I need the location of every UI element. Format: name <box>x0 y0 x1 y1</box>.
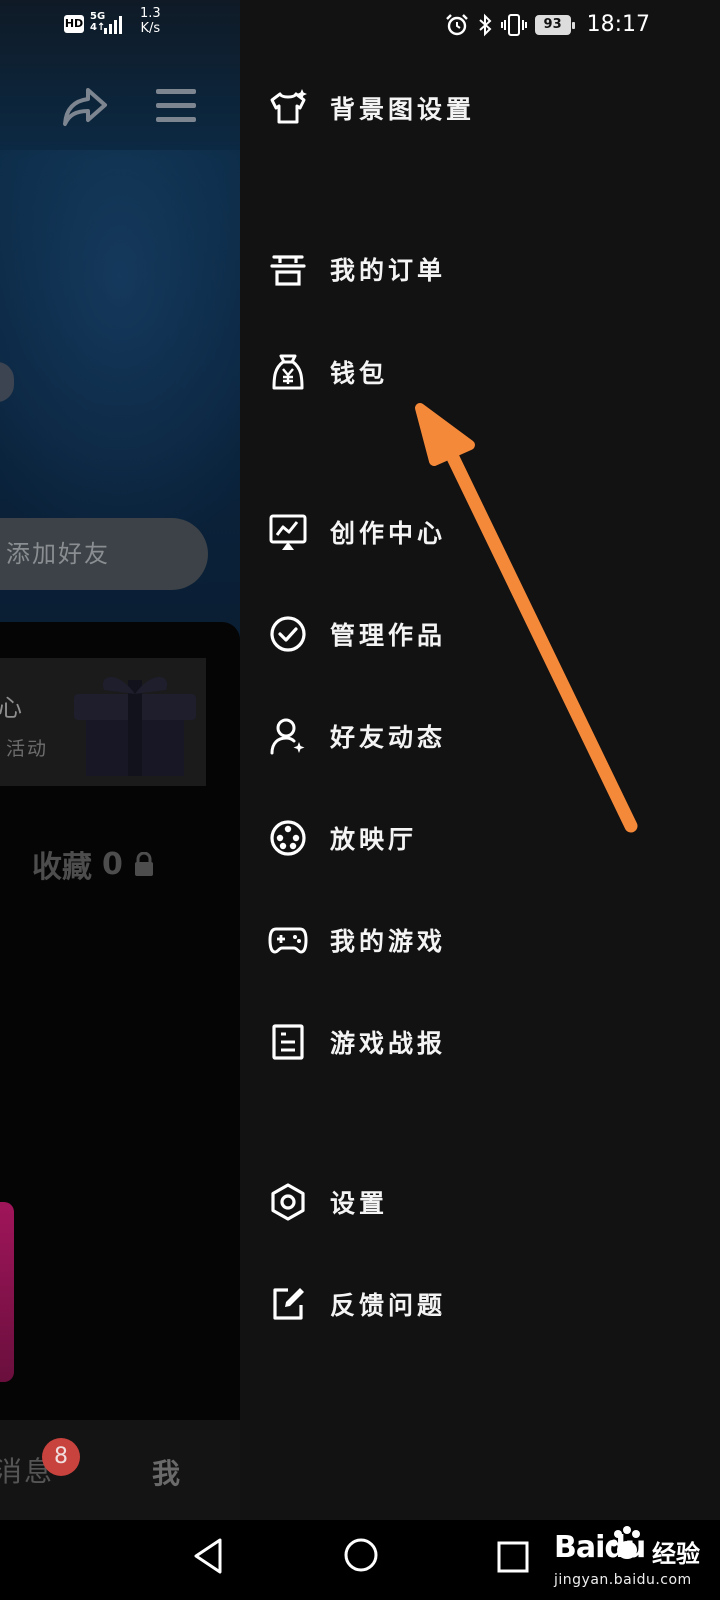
drawer-item-settings[interactable]: 设置 <box>268 1170 688 1234</box>
system-navigation-bar: Baidu 经验 jingyan.baidu.com <box>0 1520 720 1600</box>
edit-square-icon <box>268 1284 308 1324</box>
home-button[interactable] <box>342 1536 380 1574</box>
gamepad-icon <box>268 920 308 960</box>
drawer-item-label: 我的游戏 <box>330 927 447 956</box>
drawer-item-game-report[interactable]: 游戏战报 <box>268 1010 688 1074</box>
annotation-arrow <box>415 403 638 833</box>
settings-hex-icon <box>268 1182 308 1222</box>
back-button[interactable] <box>190 1536 226 1576</box>
watermark-brand-cn: 经验 <box>652 1540 700 1568</box>
drawer-item-label: 反馈问题 <box>330 1291 447 1320</box>
recents-button[interactable] <box>496 1540 530 1574</box>
report-icon <box>268 1022 308 1062</box>
drawer-item-my-games[interactable]: 我的游戏 <box>268 908 688 972</box>
video-thumbnail <box>0 1202 14 1382</box>
drawer-item-label: 设置 <box>330 1189 389 1218</box>
drawer-item-label: 游戏战报 <box>330 1029 447 1058</box>
paw-icon <box>610 1526 640 1559</box>
nav-me: 我 <box>152 1457 181 1490</box>
baidu-jingyan-watermark: Baidu 经验 jingyan.baidu.com <box>552 1526 720 1598</box>
messages-badge: 8 <box>42 1438 80 1476</box>
drawer-item-feedback[interactable]: 反馈问题 <box>268 1272 688 1336</box>
watermark-url: jingyan.baidu.com <box>554 1572 692 1588</box>
